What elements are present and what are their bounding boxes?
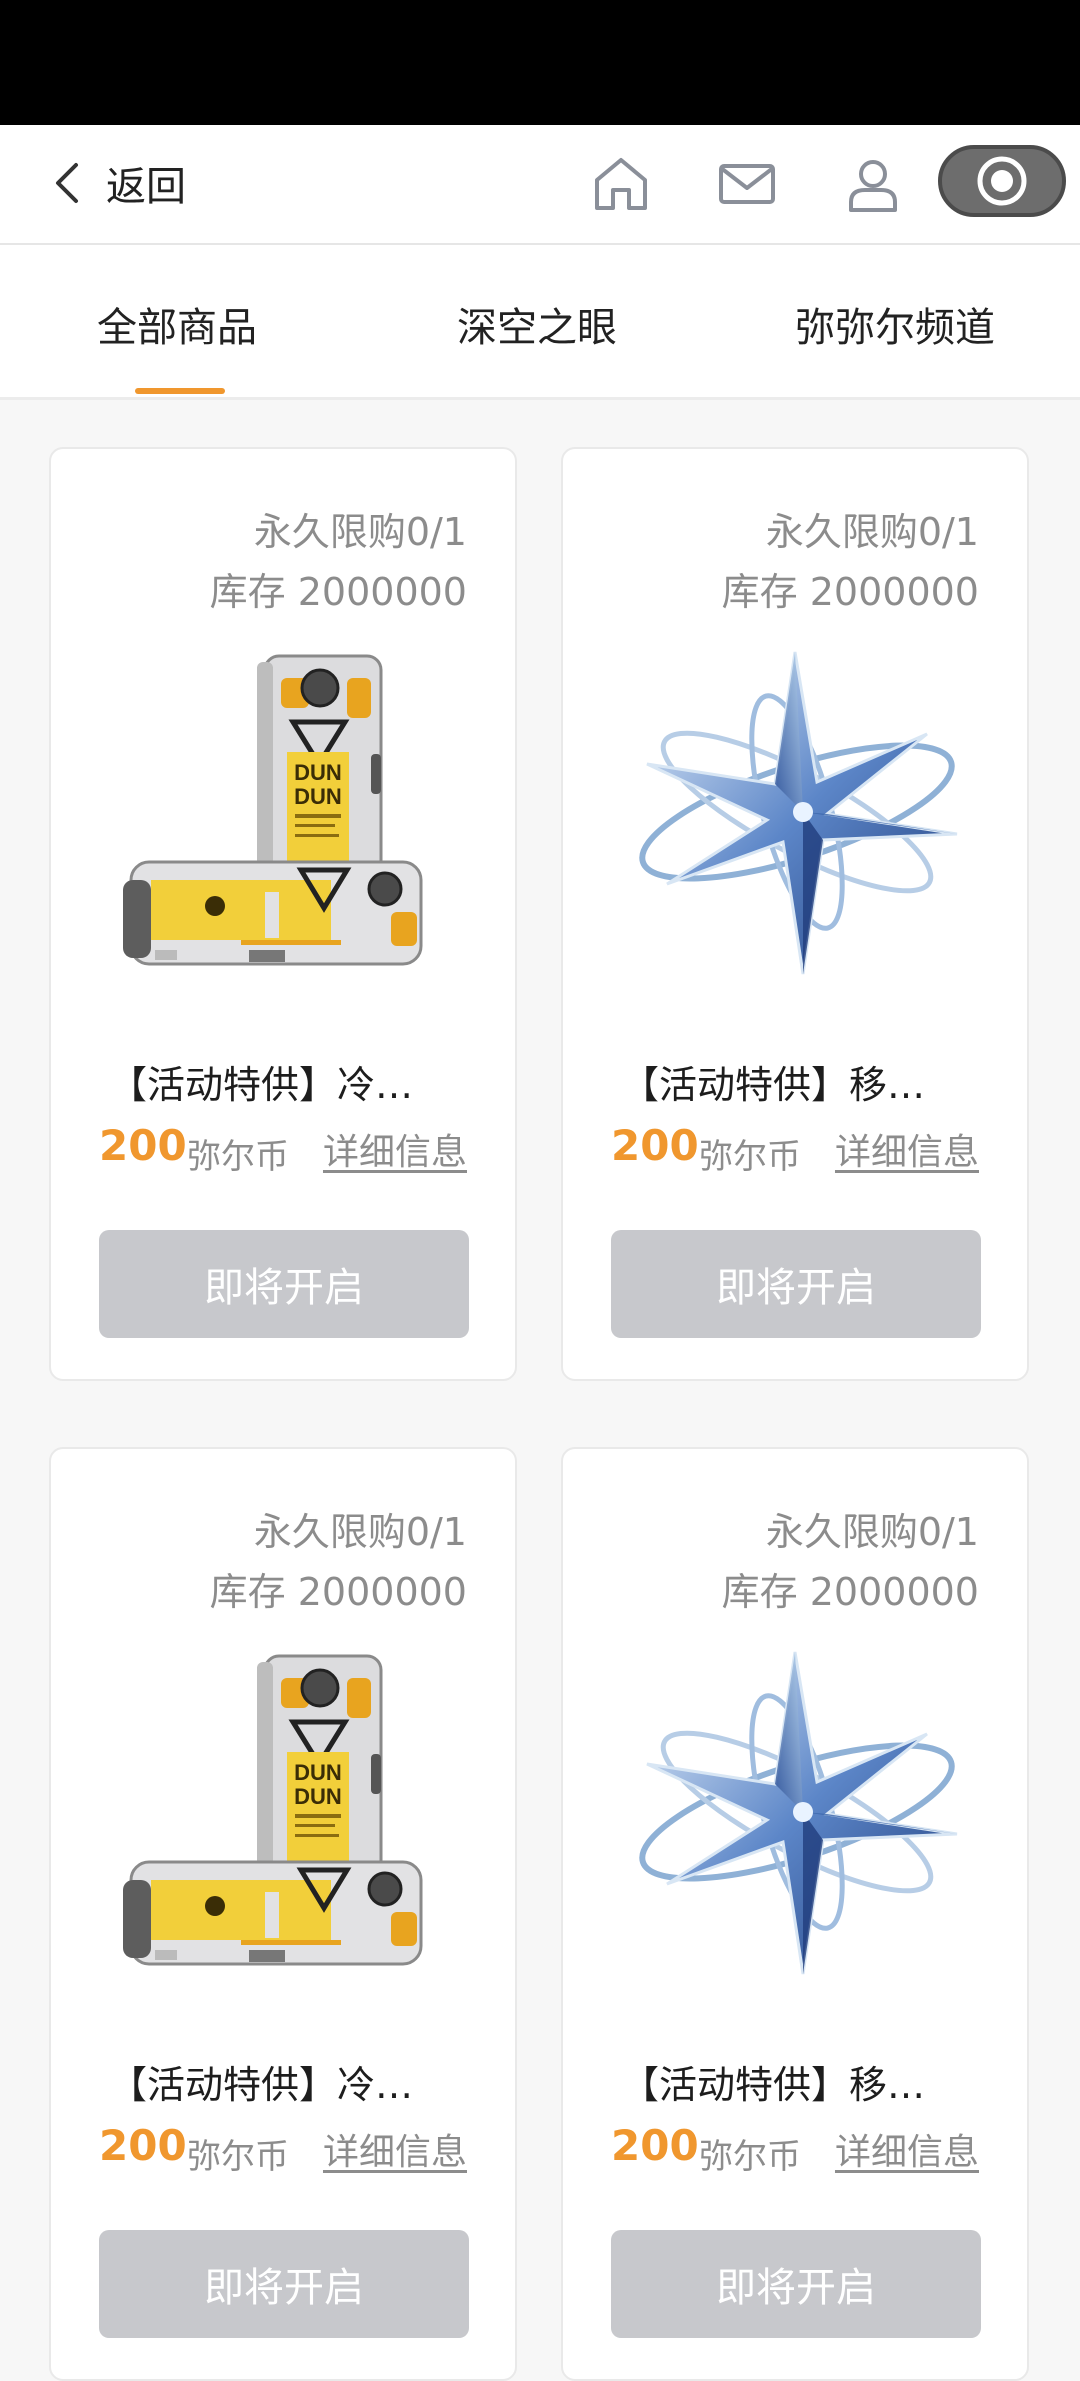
status-bar <box>0 0 1080 125</box>
stock-count: 库存 2000000 <box>721 570 979 614</box>
crystal-star-image[interactable] <box>627 644 963 984</box>
product-card: 永久限购0/1 库存 2000000 【活动特供】移… 200 弥尔币 详细信息… <box>561 447 1029 1381</box>
home-icon <box>595 158 647 210</box>
details-link[interactable]: 详细信息 <box>835 2123 979 2175</box>
stock-count: 库存 2000000 <box>209 1570 467 1614</box>
price-value: 200 <box>611 1121 699 1170</box>
record-button[interactable] <box>938 145 1066 217</box>
chevron-left-icon <box>56 163 78 203</box>
coming-soon-button[interactable]: 即将开启 <box>611 1230 981 1338</box>
tab-deep-space-eye[interactable]: 深空之眼 <box>457 295 617 353</box>
category-tabs: 全部商品 深空之眼 弥弥尔频道 <box>0 245 1080 400</box>
product-title: 【活动特供】冷… <box>109 2063 414 2107</box>
tab-mimir-channel[interactable]: 弥弥尔频道 <box>795 295 995 353</box>
purchase-limit: 永久限购0/1 <box>253 510 467 554</box>
price-value: 200 <box>99 1121 187 1170</box>
details-link[interactable]: 详细信息 <box>835 1123 979 1175</box>
user-button[interactable] <box>840 151 906 217</box>
coming-soon-button[interactable]: 即将开启 <box>99 2230 469 2338</box>
currency-label: 弥尔币 <box>187 2137 289 2177</box>
product-title: 【活动特供】冷… <box>109 1063 414 1107</box>
dundun-device-image[interactable] <box>115 1644 451 1984</box>
stock-count: 库存 2000000 <box>721 1570 979 1614</box>
product-title: 【活动特供】移… <box>621 1063 926 1107</box>
currency-label: 弥尔币 <box>699 2137 801 2177</box>
purchase-limit: 永久限购0/1 <box>765 510 979 554</box>
top-navigation-bar: 返回 <box>0 125 1080 245</box>
purchase-limit: 永久限购0/1 <box>253 1510 467 1554</box>
currency-label: 弥尔币 <box>699 1137 801 1177</box>
tab-all-products[interactable]: 全部商品 <box>97 295 257 353</box>
mail-icon <box>719 164 775 204</box>
price-value: 200 <box>611 2121 699 2170</box>
details-link[interactable]: 详细信息 <box>323 1123 467 1175</box>
back-button[interactable]: 返回 <box>48 147 228 219</box>
product-card: 永久限购0/1 库存 2000000 【活动特供】移… 200 弥尔币 详细信息… <box>561 1447 1029 2381</box>
active-tab-indicator <box>135 388 225 394</box>
user-icon <box>849 160 897 212</box>
dundun-device-image[interactable] <box>115 644 451 984</box>
product-title: 【活动特供】移… <box>621 2063 926 2107</box>
mail-button[interactable] <box>714 151 780 217</box>
stock-count: 库存 2000000 <box>209 570 467 614</box>
coming-soon-button[interactable]: 即将开启 <box>611 2230 981 2338</box>
home-button[interactable] <box>588 151 654 217</box>
details-link[interactable]: 详细信息 <box>323 2123 467 2175</box>
price-value: 200 <box>99 2121 187 2170</box>
purchase-limit: 永久限购0/1 <box>765 1510 979 1554</box>
product-card: 永久限购0/1 库存 2000000 【活动特供】冷… 200 弥尔币 详细信息… <box>49 1447 517 2381</box>
back-label: 返回 <box>106 164 186 210</box>
currency-label: 弥尔币 <box>187 1137 289 1177</box>
product-card: 永久限购0/1 库存 2000000 【活动特供】冷… 200 弥尔币 详细信息… <box>49 447 517 1381</box>
record-icon <box>977 156 1027 206</box>
coming-soon-button[interactable]: 即将开启 <box>99 1230 469 1338</box>
crystal-star-image[interactable] <box>627 1644 963 1984</box>
